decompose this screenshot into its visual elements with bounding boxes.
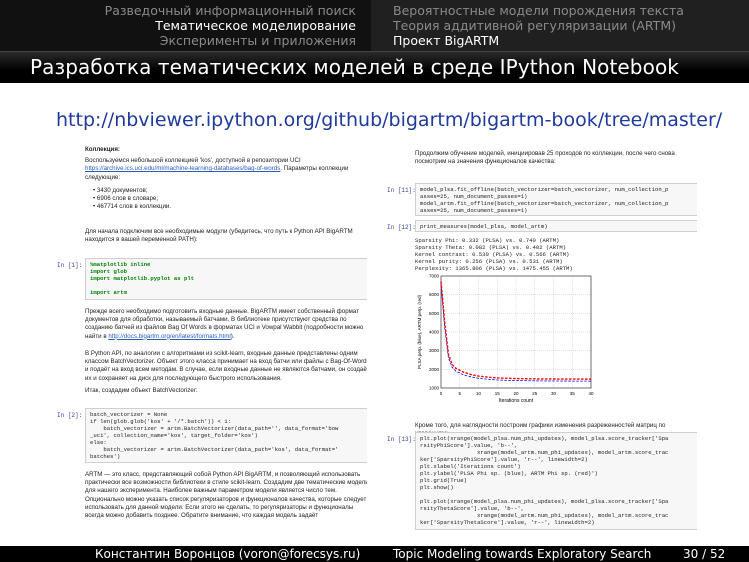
nav-item-topic-modeling[interactable]: Тематическое моделирование (155, 19, 356, 33)
code-line: import glob (90, 268, 127, 275)
y-tick-label: 3000 (429, 348, 440, 353)
code-line: batches') (90, 453, 121, 460)
markdown-batches: Прежде всего необходимо подготовить вход… (85, 308, 367, 341)
output-line: Kernel contrast: 0.530 (PLSA) vs. 0.566 … (415, 251, 570, 258)
nav-item-artm-theory[interactable]: Теория аддитивной регуляризации (ARTM) (393, 19, 676, 33)
code-line: ker['SparsityThetaScore'].value, 'r--', … (420, 519, 595, 526)
notebook-column-right: Продолжим обучение моделей, инициировав … (387, 140, 697, 530)
x-axis-label: Iterations count (499, 398, 534, 404)
section-nav-right: Вероятностные модели порождения текста Т… (371, 0, 749, 51)
cell-output-measures: Sparsity Phi: 0.332 (PLSA) vs. 0.740 (AR… (415, 237, 697, 272)
markdown-text: Воспользуемся небольшой коллекцией 'kos'… (85, 157, 301, 165)
output-line: Kernel purity: 0.256 (PLSA) vs. 0.531 (A… (415, 258, 563, 265)
cell-prompt: In [13]: (387, 436, 416, 443)
markdown-batch-vectorizer: В Python API, по аналогии с алгоритмами … (85, 350, 367, 382)
code-line: asses=25, num_document_passes=1) (420, 207, 528, 214)
notebook-screenshot: Коллекция: Воспользуемся небольшой колле… (57, 140, 697, 530)
slide-title-bar: Разработка тематических моделей в среде … (0, 51, 749, 83)
cell-prompt: In [1]: (57, 262, 83, 269)
markdown-text: ). (230, 332, 235, 340)
code-line: plt.xlabel('Iterations count') (420, 463, 521, 470)
footer-author: Константин Воронцов (voron@forecsys.ru) (95, 547, 361, 561)
x-tick-label: 40 (588, 391, 594, 396)
code-line: xrange(model_artm.num_phi_updates), mode… (420, 512, 669, 519)
cell-prompt: In [12]: (387, 224, 416, 231)
slide-title: Разработка тематических моделей в среде … (30, 55, 679, 79)
code-line: import artm (90, 289, 127, 296)
x-tick-label: 15 (495, 391, 501, 396)
y-tick-label: 2000 (429, 367, 440, 372)
code-line: asses=25, num_document_passes=1) (420, 193, 528, 200)
code-line: batch_vectorizer = None (90, 411, 168, 418)
collection-stats-list: 3430 документов; 6906 слов в словаре; 46… (93, 187, 367, 212)
x-tick-label: 0 (440, 391, 443, 396)
nav-item-probabilistic-models[interactable]: Вероятностные модели порождения текста (393, 4, 684, 18)
perplexity-chart: 0 5 10 15 20 25 30 35 40 1000 2000 3000 4000 5000 6000… (417, 274, 594, 405)
markdown-modules: Для начала подключим все необходимые мод… (85, 228, 353, 244)
code-line: batch_vectorizer = artm.BatchVectorizer(… (90, 425, 339, 432)
code-line: batch_vectorizer = artm.BatchVectorizer(… (90, 446, 339, 453)
code-line: else: (90, 439, 107, 446)
code-cell-batch-vectorizer[interactable]: batch_vectorizer = None if len(glob.glob… (85, 408, 367, 463)
code-line: rsityPhiScore'].value, 'b--', (420, 442, 518, 449)
markdown-collection: Коллекция: Воспользуемся небольшой колле… (85, 146, 367, 211)
list-item: 467714 слов в коллекции. (93, 203, 367, 211)
nbviewer-url-link[interactable]: http://nbviewer.ipython.org/github/bigar… (56, 109, 722, 131)
code-line: ker['SparsityPhiScore'].value, 'r--', li… (420, 456, 588, 463)
section-nav-left: Разведочный информационный поиск Тематич… (0, 0, 371, 51)
x-tick-label: 20 (513, 391, 519, 396)
formats-link[interactable]: http://docs.bigartm.org/en/latest/format… (108, 333, 230, 340)
code-cell-sparsity-plot[interactable]: plt.plot(xrange(model_plsa.num_phi_updat… (415, 432, 697, 530)
x-tick-label: 25 (532, 391, 538, 396)
nav-item-experiments[interactable]: Эксперименты и приложения (160, 34, 356, 48)
y-tick-label: 5000 (429, 311, 440, 316)
nav-item-exploratory-search[interactable]: Разведочный информационный поиск (105, 4, 356, 18)
uci-link[interactable]: https://archive.ics.uci.edu/ml/machine-l… (85, 165, 280, 172)
header-navigation: Разведочный информационный поиск Тематич… (0, 0, 749, 51)
y-axis-label: PLSA perp. (blue), ARTM perp. (red) (417, 294, 422, 369)
cell-prompt: In [11]: (387, 187, 416, 194)
notebook-column-left: Коллекция: Воспользуемся небольшой колле… (57, 140, 367, 530)
code-line: print_measures(model_plsa, model_artm) (420, 223, 548, 230)
markdown-heading: Коллекция: (85, 146, 120, 153)
footer-page-number: 30 / 52 (683, 547, 726, 561)
y-tick-label: 4000 (429, 330, 440, 335)
footer-talk-title: Topic Modeling towards Exploratory Searc… (393, 547, 652, 561)
code-line: xrange(model_artm.num_phi_updates), mode… (420, 449, 669, 456)
code-cell-imports[interactable]: %matplotlib inline import glob import ma… (85, 258, 367, 300)
code-cell-fit-offline[interactable]: model_plsa.fit_offline(batch_vectorizer=… (415, 183, 697, 216)
list-item: 6906 слов в словаре; (93, 195, 367, 203)
markdown-continue: Продолжим обучение моделей, инициировав … (415, 150, 675, 166)
code-line: _uci', collection_name='kos', target_fol… (90, 432, 258, 439)
x-tick-label: 35 (570, 391, 576, 396)
x-tick-label: 5 (458, 391, 461, 396)
code-line: model_artm.fit_offline(batch_vectorizer=… (420, 200, 669, 207)
x-tick-label: 30 (551, 391, 557, 396)
code-line: rsityThetaScore'].value, 'b--', (420, 505, 525, 512)
y-tick-label: 1000 (429, 386, 440, 391)
code-line: model_plsa.fit_offline(batch_vectorizer=… (420, 186, 669, 193)
x-tick-label: 10 (476, 391, 482, 396)
y-tick-label: 7000 (429, 274, 440, 279)
markdown-artm: ARTM — это класс, представляющий собой P… (85, 471, 367, 520)
code-line: plt.plot(xrange(model_plsa.num_phi_updat… (420, 435, 669, 442)
list-item: 3430 документов; (93, 187, 367, 195)
code-line: plt.ylabel('PLSA Phi sp. (blue), ARTM Ph… (420, 470, 598, 477)
code-line: plt.show() (420, 484, 454, 491)
output-line: Sparsity Phi: 0.332 (PLSA) vs. 0.740 (AR… (415, 237, 560, 244)
code-cell-print-measures[interactable]: print_measures(model_plsa, model_artm) (415, 220, 697, 232)
code-line: plt.plot(xrange(model_plsa.num_phi_updat… (420, 498, 669, 505)
code-line: if len(glob.glob('kos' + '/*.batch')) < … (90, 418, 231, 425)
y-tick-label: 6000 (429, 292, 440, 297)
slide-footer: Константин Воронцов (voron@forecsys.ru) … (0, 546, 749, 562)
code-line: plt.grid(True) (420, 477, 467, 484)
output-line: Sparsity Theta: 0.082 (PLSA) vs. 0.402 (… (415, 244, 567, 251)
markdown-create: Итак, создадим объект BatchVectorizer: (85, 387, 198, 394)
code-line: import matplotlib.pyplot as plt (90, 275, 195, 282)
cell-prompt: In [2]: (57, 412, 83, 419)
nav-item-bigartm-project[interactable]: Проект BigARTM (393, 34, 499, 48)
code-line: %matplotlib inline (90, 261, 151, 268)
